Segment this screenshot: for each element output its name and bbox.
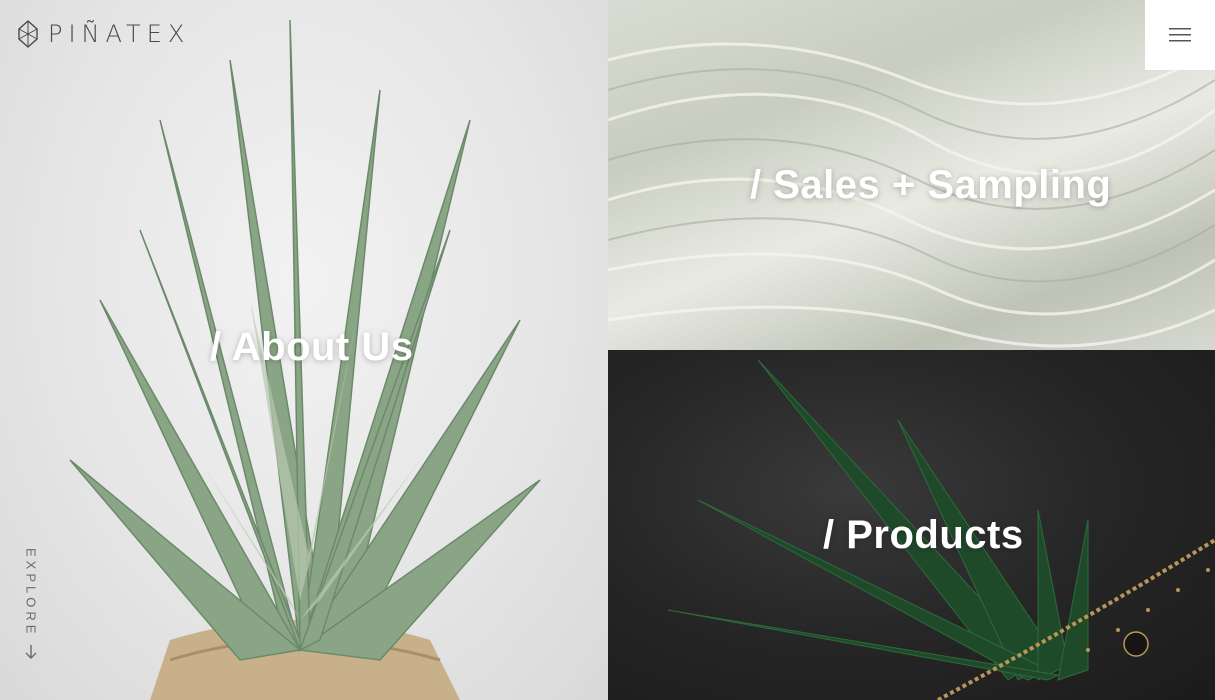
arrow-down-icon xyxy=(25,645,37,660)
products-link[interactable]: / Products xyxy=(823,513,1024,558)
about-us-link[interactable]: / About Us xyxy=(210,325,414,370)
about-us-panel[interactable]: / About Us xyxy=(0,0,608,700)
pinatex-diamond-icon xyxy=(18,20,38,48)
brand-logo[interactable]: PIÑATEX xyxy=(18,20,190,48)
sales-sampling-link[interactable]: / Sales + Sampling xyxy=(750,163,1111,208)
explore-label: EXPLORE xyxy=(23,548,39,638)
hamburger-menu-icon xyxy=(1169,28,1191,42)
brand-name: PIÑATEX xyxy=(48,20,191,48)
menu-button[interactable] xyxy=(1145,0,1215,70)
explore-button[interactable]: EXPLORE xyxy=(18,548,44,660)
products-panel[interactable]: / Products xyxy=(608,350,1215,700)
